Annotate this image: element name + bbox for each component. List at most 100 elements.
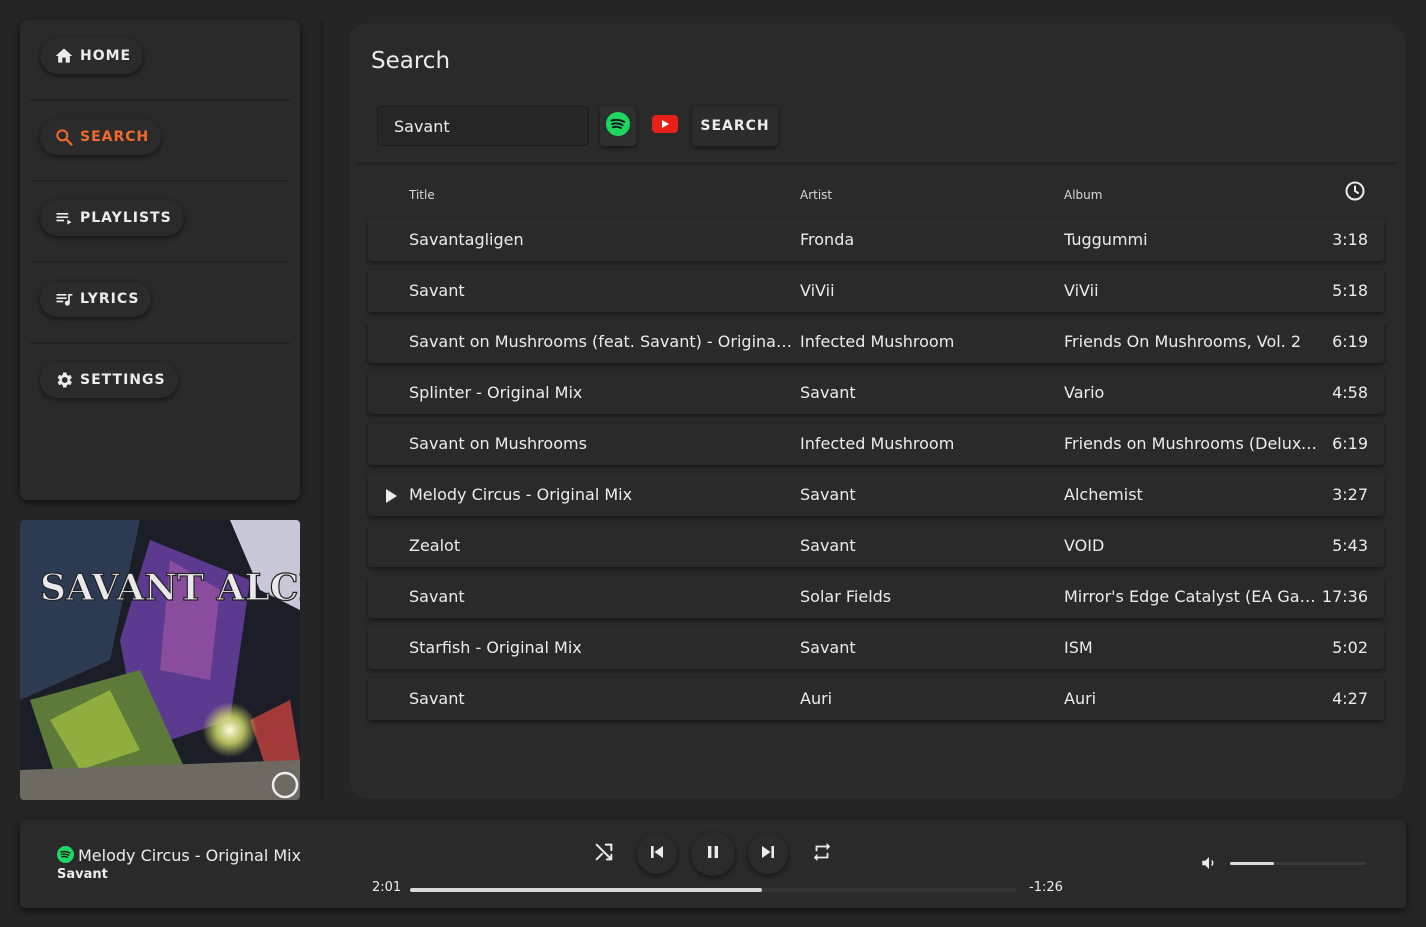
pause-button[interactable] [691, 832, 735, 876]
row-artist: ViVii [800, 281, 835, 300]
spotify-source-button[interactable] [600, 106, 636, 146]
repeat-button[interactable] [802, 834, 842, 874]
row-album: Friends on Mushrooms (Deluxe Ed... [1064, 434, 1324, 453]
album-art: SAVANT ALCHEMIST [20, 520, 300, 800]
search-input[interactable] [377, 106, 589, 146]
row-duration: 3:18 [1332, 230, 1368, 249]
row-duration: 5:18 [1332, 281, 1368, 300]
previous-button[interactable] [637, 834, 677, 874]
row-album: Alchemist [1064, 485, 1143, 504]
volume-slider[interactable] [1230, 862, 1366, 865]
home-label: HOME [80, 48, 132, 64]
row-title: Savant on Mushrooms (feat. Savant) - Ori… [409, 332, 794, 351]
table-header: Title Artist Album [368, 180, 1384, 210]
spotify-icon [606, 112, 630, 140]
table-row[interactable]: Zealot Savant VOID 5:43 [368, 525, 1384, 567]
album-art-logo: SAVANT ALCHEMIST [39, 566, 300, 609]
row-album: ISM [1064, 638, 1093, 657]
repeat-icon [811, 841, 833, 867]
table-row[interactable]: Savant on Mushrooms (feat. Savant) - Ori… [368, 321, 1384, 363]
youtube-source-button[interactable] [647, 106, 683, 146]
results-table: Savantagligen Fronda Tuggummi 3:18 Savan… [368, 219, 1384, 729]
skip-previous-icon [648, 843, 666, 865]
row-title: Starfish - Original Mix [409, 638, 582, 657]
row-duration: 5:02 [1332, 638, 1368, 657]
pause-icon [704, 843, 722, 865]
home-icon [54, 46, 74, 66]
play-indicator-icon [385, 488, 397, 507]
sidebar-item-home: HOME [30, 20, 290, 101]
row-artist: Savant [800, 485, 856, 504]
row-album: Friends On Mushrooms, Vol. 2 [1064, 332, 1302, 351]
settings-button[interactable]: SETTINGS [40, 362, 178, 398]
now-playing-title[interactable]: Melody Circus - Original Mix [78, 846, 301, 865]
row-duration: 17:36 [1321, 587, 1368, 606]
playlists-button[interactable]: PLAYLISTS [40, 200, 184, 236]
row-artist: Savant [800, 383, 856, 402]
row-artist: Savant [800, 638, 856, 657]
sidebar-item-lyrics: LYRICS [30, 263, 290, 344]
sidebar-item-playlists: PLAYLISTS [30, 182, 290, 263]
svg-text:SAVANT ALCHEMIST: SAVANT ALCHEMIST [40, 567, 300, 609]
now-playing-artist[interactable]: Savant [57, 867, 108, 882]
row-artist: Savant [800, 536, 856, 555]
row-artist: Solar Fields [800, 587, 892, 606]
table-row[interactable]: Savantagligen Fronda Tuggummi 3:18 [368, 219, 1384, 261]
table-row[interactable]: Savant ViVii ViVii 5:18 [368, 270, 1384, 312]
remaining-time: -1:26 [1029, 880, 1063, 895]
row-title: Savantagligen [409, 230, 524, 249]
row-title: Splinter - Original Mix [409, 383, 583, 402]
shuffle-button[interactable] [584, 834, 624, 874]
row-album: Auri [1064, 689, 1097, 708]
row-artist: Fronda [800, 230, 855, 249]
clock-icon [1344, 180, 1366, 205]
table-row[interactable]: Splinter - Original Mix Savant Vario 4:5… [368, 372, 1384, 414]
search-divider [356, 162, 1398, 165]
gear-icon [54, 370, 74, 390]
row-duration: 3:27 [1332, 485, 1368, 504]
row-duration: 4:27 [1332, 689, 1368, 708]
row-duration: 6:19 [1332, 434, 1368, 453]
table-row-playing[interactable]: Melody Circus - Original Mix Savant Alch… [368, 474, 1384, 516]
sidebar-item-search: SEARCH [30, 101, 290, 182]
sidebar-item-settings: SETTINGS [30, 344, 290, 425]
row-artist: Auri [800, 689, 833, 708]
table-row[interactable]: Savant Solar Fields Mirror's Edge Cataly… [368, 576, 1384, 618]
volume-icon[interactable] [1200, 854, 1218, 876]
row-duration: 5:43 [1332, 536, 1368, 555]
lyrics-label: LYRICS [80, 291, 140, 307]
shuffle-icon [593, 841, 615, 867]
main-panel: Search SEARCH Title Artist Album Savanta… [348, 22, 1406, 800]
row-title: Savant [409, 587, 465, 606]
column-album: Album [1064, 188, 1103, 202]
row-title: Zealot [409, 536, 461, 555]
progress-fill [410, 888, 763, 892]
settings-label: SETTINGS [80, 372, 166, 388]
home-button[interactable]: HOME [40, 38, 144, 74]
row-title: Savant [409, 281, 465, 300]
search-label: SEARCH [80, 129, 150, 145]
elapsed-time: 2:01 [372, 880, 402, 895]
table-row[interactable]: Savant on Mushrooms Infected Mushroom Fr… [368, 423, 1384, 465]
table-row[interactable]: Starfish - Original Mix Savant ISM 5:02 [368, 627, 1384, 669]
row-title: Melody Circus - Original Mix [409, 485, 633, 504]
search-nav-button[interactable]: SEARCH [40, 119, 162, 155]
skip-next-icon [759, 843, 777, 865]
sidebar-divider [320, 20, 324, 800]
next-button[interactable] [748, 834, 788, 874]
page-title: Search [371, 48, 451, 74]
sidebar: HOME SEARCH PLAYLISTS LYRICS SETTINGS [20, 20, 300, 500]
row-album: VOID [1064, 536, 1105, 555]
lyrics-button[interactable]: LYRICS [40, 281, 152, 317]
row-title: Savant on Mushrooms [409, 434, 587, 453]
volume-fill [1230, 862, 1274, 865]
search-icon [54, 127, 74, 147]
progress-bar[interactable] [410, 888, 1017, 892]
column-artist: Artist [800, 188, 833, 202]
player-bar: Melody Circus - Original Mix Savant 2:01… [20, 820, 1406, 908]
row-duration: 6:19 [1332, 332, 1368, 351]
row-album: Tuggummi [1064, 230, 1148, 249]
playlists-label: PLAYLISTS [80, 210, 172, 226]
table-row[interactable]: Savant Auri Auri 4:27 [368, 678, 1384, 720]
search-button[interactable]: SEARCH [692, 106, 778, 146]
